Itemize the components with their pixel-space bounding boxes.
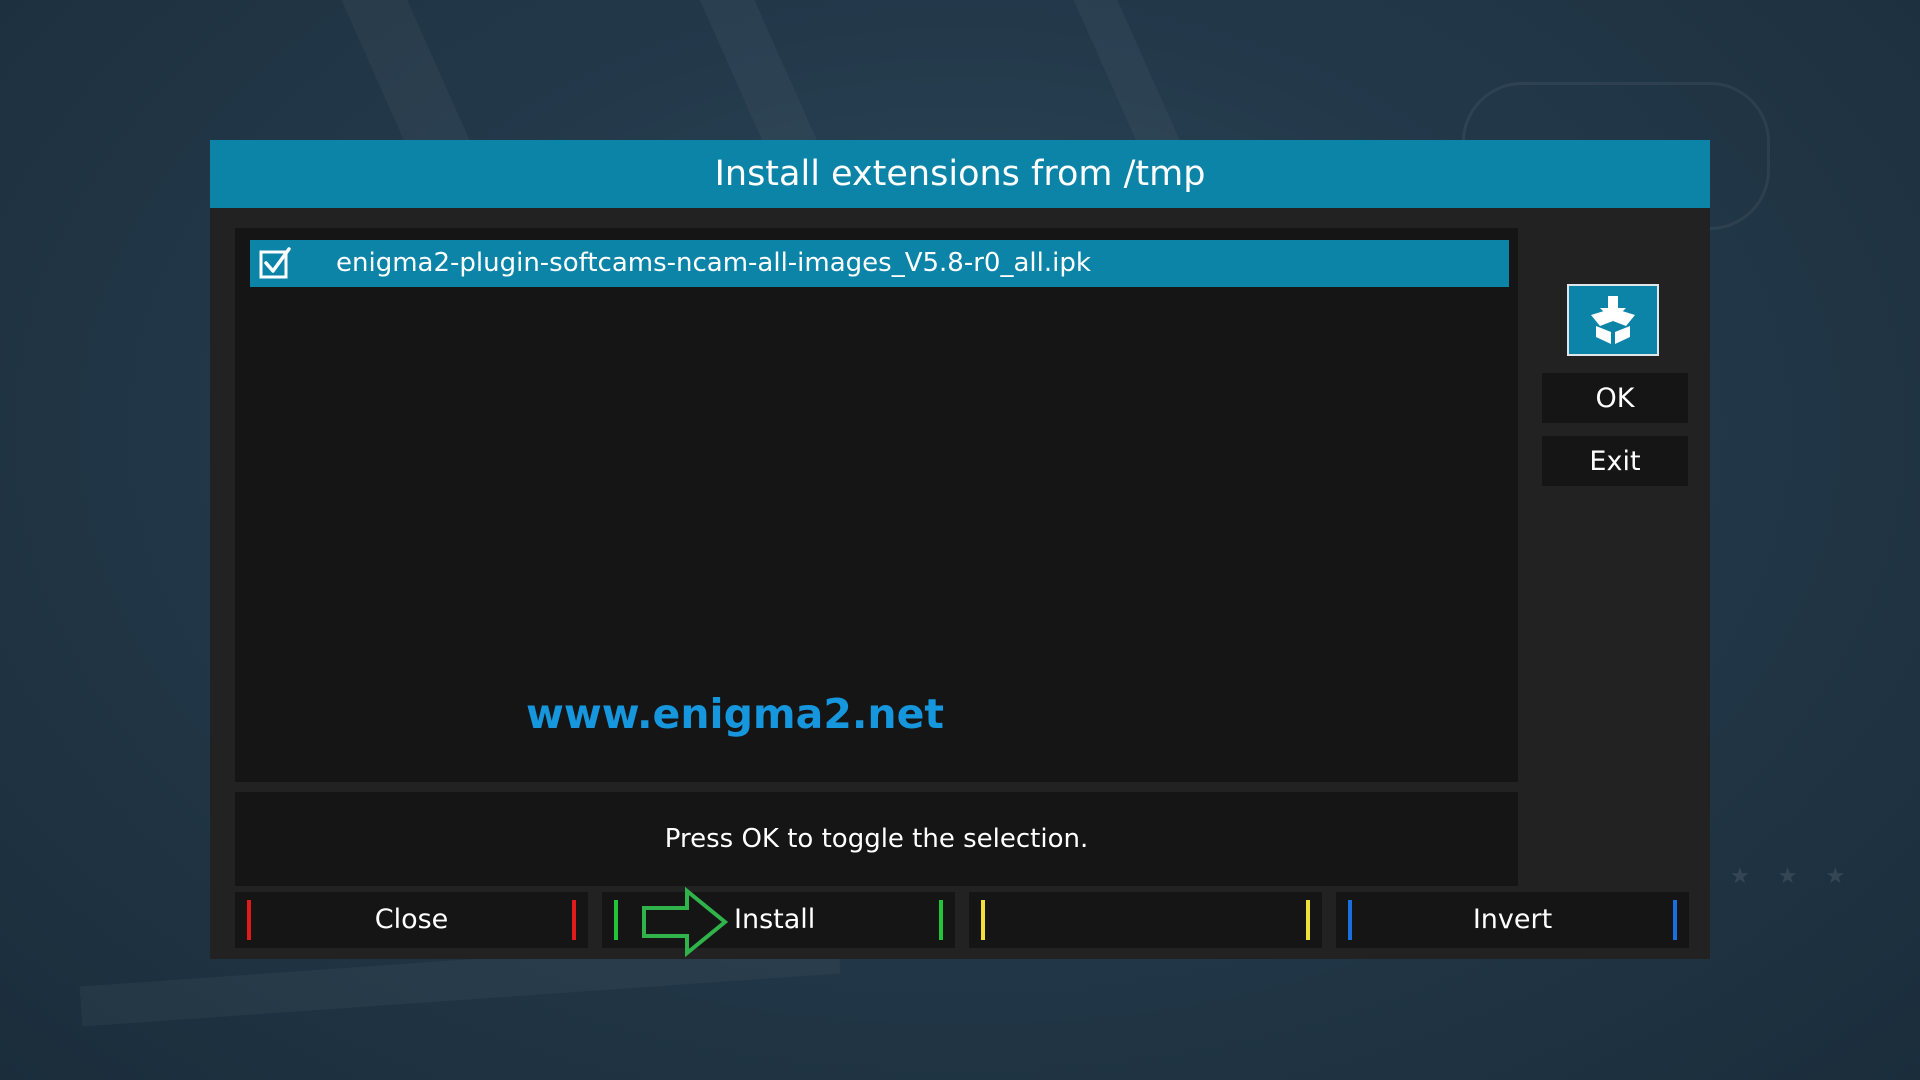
title-bar: Install extensions from /tmp bbox=[210, 140, 1710, 208]
ok-button[interactable]: OK bbox=[1542, 373, 1688, 423]
red-key-marker bbox=[572, 900, 576, 940]
yellow-key-button[interactable] bbox=[969, 892, 1322, 948]
status-text: Press OK to toggle the selection. bbox=[664, 824, 1089, 854]
status-bar: Press OK to toggle the selection. bbox=[235, 792, 1518, 886]
green-key-marker bbox=[614, 900, 618, 940]
list-item-label: enigma2-plugin-softcams-ncam-all-images_… bbox=[336, 248, 1091, 278]
list-item[interactable]: enigma2-plugin-softcams-ncam-all-images_… bbox=[250, 240, 1509, 287]
blue-key-marker bbox=[1673, 900, 1677, 940]
arrow-right-icon bbox=[642, 886, 729, 958]
checkbox-checked-icon[interactable] bbox=[258, 246, 292, 280]
blue-key-invert-button[interactable]: Invert bbox=[1336, 892, 1689, 948]
red-key-close-button[interactable]: Close bbox=[235, 892, 588, 948]
box-download-icon bbox=[1591, 296, 1635, 344]
invert-label: Invert bbox=[1472, 904, 1553, 935]
yellow-key-label bbox=[969, 892, 1322, 948]
install-extensions-dialog: Install extensions from /tmp enigma2-plu… bbox=[210, 140, 1710, 959]
watermark-text: www.enigma2.net bbox=[525, 690, 945, 738]
background-stars: ★★★ bbox=[1730, 864, 1874, 889]
green-key-marker bbox=[939, 900, 943, 940]
window-title: Install extensions from /tmp bbox=[714, 154, 1206, 194]
package-install-icon bbox=[1567, 284, 1659, 356]
yellow-key-marker bbox=[1306, 900, 1310, 940]
close-label: Close bbox=[374, 904, 449, 935]
extension-list: enigma2-plugin-softcams-ncam-all-images_… bbox=[235, 228, 1518, 782]
install-label: Install bbox=[734, 904, 816, 935]
exit-button[interactable]: Exit bbox=[1542, 436, 1688, 486]
